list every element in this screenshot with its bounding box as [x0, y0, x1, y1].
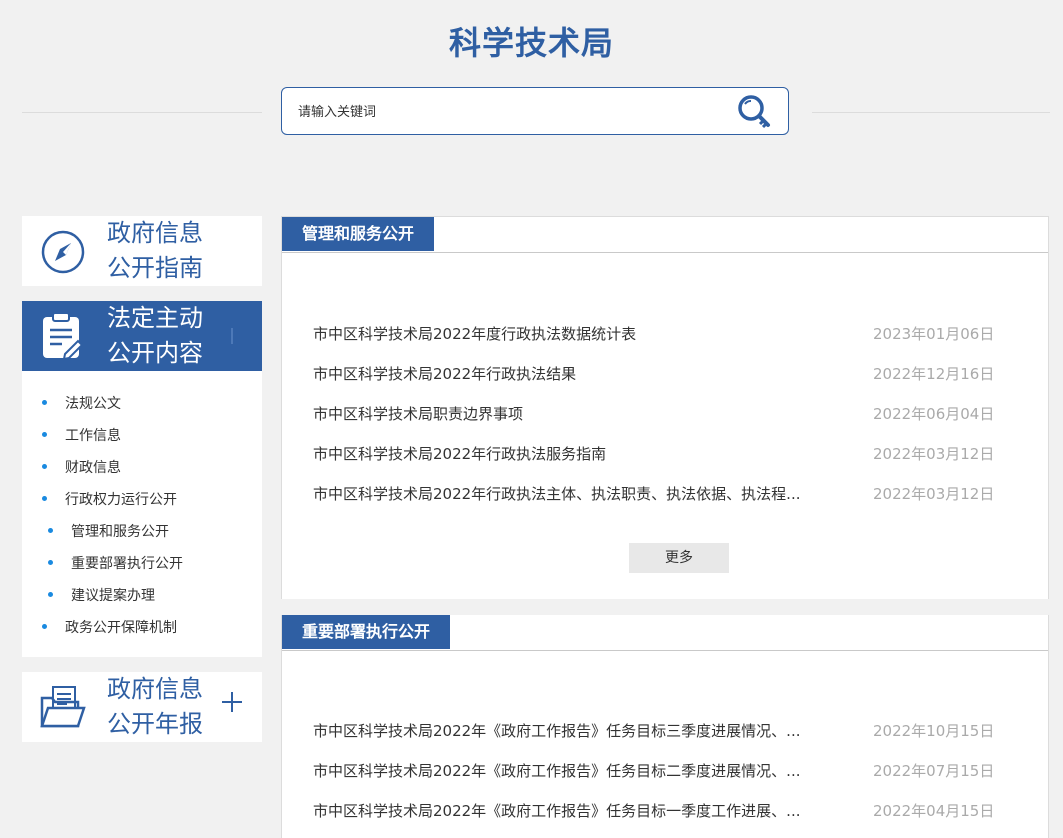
sidebar-card-statutory[interactable]: 法定主动 公开内容 — [22, 301, 262, 371]
bullet-dot-icon — [48, 559, 53, 565]
sidebar-card-guide-line1: 政府信息 — [107, 219, 203, 247]
search-input[interactable] — [296, 100, 720, 124]
section-header: 重要部署执行公开 — [282, 615, 1048, 651]
bullet-dot-icon — [42, 623, 47, 629]
list-item-date: 2022年12月16日 — [873, 365, 995, 383]
bullet-dot-icon — [42, 495, 47, 501]
more-button[interactable]: 更多 — [629, 543, 729, 573]
list-item-date: 2023年01月06日 — [873, 325, 995, 343]
search-button[interactable] — [736, 94, 774, 130]
list-item[interactable]: 市中区科学技术局2022年《政府工作报告》任务目标一季度工作进展、... 202… — [313, 799, 1003, 823]
bullet-dot-icon — [42, 399, 47, 405]
list-item-date: 2022年06月04日 — [873, 405, 995, 423]
menu-item-key-deployment[interactable]: 重要部署执行公开 — [48, 553, 183, 573]
list-item-title[interactable]: 市中区科学技术局职责边界事项 — [313, 402, 833, 426]
list-item-date: 2022年04月15日 — [873, 802, 995, 820]
menu-item-finance-info[interactable]: 财政信息 — [42, 457, 121, 477]
sidebar-card-statutory-line1: 法定主动 — [107, 304, 203, 332]
bullet-dot-icon — [42, 431, 47, 437]
bullet-dot-icon — [48, 527, 53, 533]
menu-item-regulations[interactable]: 法规公文 — [42, 393, 121, 413]
section-tab-management-service[interactable]: 管理和服务公开 — [282, 217, 435, 251]
list-item[interactable]: 市中区科学技术局2022年《政府工作报告》任务目标二季度进展情况、... 202… — [313, 759, 1003, 783]
compass-icon — [41, 230, 85, 274]
list-item-title[interactable]: 市中区科学技术局2022年《政府工作报告》任务目标三季度进展情况、... — [313, 719, 833, 743]
list-item[interactable]: 市中区科学技术局2022年行政执法主体、执法职责、执法依据、执法程... 202… — [313, 482, 1003, 506]
divider-right — [812, 112, 1050, 113]
sidebar-card-annual-report[interactable]: 政府信息 公开年报 — [22, 672, 262, 742]
sidebar-submenu: 法规公文 工作信息 财政信息 行政权力运行公开 管理和服务公开 重要部署执行公开… — [22, 371, 262, 657]
list-item-date: 2022年03月12日 — [873, 445, 995, 463]
list-item-title[interactable]: 市中区科学技术局2022年《政府工作报告》任务目标一季度工作进展、... — [313, 799, 833, 823]
list-item[interactable]: 市中区科学技术局职责边界事项 2022年06月04日 — [313, 402, 1003, 426]
list-item-title[interactable]: 市中区科学技术局2022年《政府工作报告》任务目标二季度进展情况、... — [313, 759, 833, 783]
sidebar-card-guide-line2: 公开指南 — [107, 254, 203, 282]
folder-documents-icon — [40, 686, 86, 728]
menu-item-admin-power[interactable]: 行政权力运行公开 — [42, 489, 177, 509]
list-item[interactable]: 市中区科学技术局2022年行政执法结果 2022年12月16日 — [313, 362, 1003, 386]
list-item[interactable]: 市中区科学技术局2022年《政府工作报告》任务目标三季度进展情况、... 202… — [313, 719, 1003, 743]
collapse-indicator-icon — [231, 328, 233, 344]
list-item[interactable]: 市中区科学技术局2022年行政执法服务指南 2022年03月12日 — [313, 442, 1003, 466]
menu-item-work-info[interactable]: 工作信息 — [42, 425, 121, 445]
bullet-dot-icon — [42, 463, 47, 469]
list-item-title[interactable]: 市中区科学技术局2022年行政执法主体、执法职责、执法依据、执法程... — [313, 482, 833, 506]
bullet-dot-icon — [48, 591, 53, 597]
list-item-date: 2022年07月15日 — [873, 762, 995, 780]
menu-item-guarantee[interactable]: 政务公开保障机制 — [42, 617, 177, 637]
sidebar-card-guide[interactable]: 政府信息 公开指南 — [22, 216, 262, 286]
search-key-icon — [738, 95, 770, 129]
sidebar-card-statutory-line2: 公开内容 — [107, 339, 203, 367]
content-panel: 管理和服务公开 市中区科学技术局2022年度行政执法数据统计表 2023年01月… — [281, 216, 1049, 838]
list-item-title[interactable]: 市中区科学技术局2022年行政执法服务指南 — [313, 442, 833, 466]
list-item-title[interactable]: 市中区科学技术局2022年行政执法结果 — [313, 362, 833, 386]
sidebar-card-annual-line2: 公开年报 — [107, 710, 203, 738]
list-item-date: 2022年03月12日 — [873, 485, 995, 503]
list-item-title[interactable]: 市中区科学技术局2022年度行政执法数据统计表 — [313, 322, 833, 346]
page-title: 科学技术局 — [448, 24, 614, 62]
divider-left — [22, 112, 262, 113]
section-gap — [281, 599, 1049, 615]
plus-icon[interactable] — [220, 690, 244, 714]
section-tab-key-deployment[interactable]: 重要部署执行公开 — [282, 615, 451, 649]
menu-item-management-service[interactable]: 管理和服务公开 — [48, 521, 169, 541]
menu-item-proposals[interactable]: 建议提案办理 — [48, 585, 155, 605]
sidebar-card-annual-line1: 政府信息 — [107, 675, 203, 703]
clipboard-edit-icon — [43, 312, 84, 360]
list-item[interactable]: 市中区科学技术局2022年度行政执法数据统计表 2023年01月06日 — [313, 322, 1003, 346]
list-item-date: 2022年10月15日 — [873, 722, 995, 740]
search-box — [281, 87, 789, 135]
section-header: 管理和服务公开 — [282, 217, 1048, 253]
